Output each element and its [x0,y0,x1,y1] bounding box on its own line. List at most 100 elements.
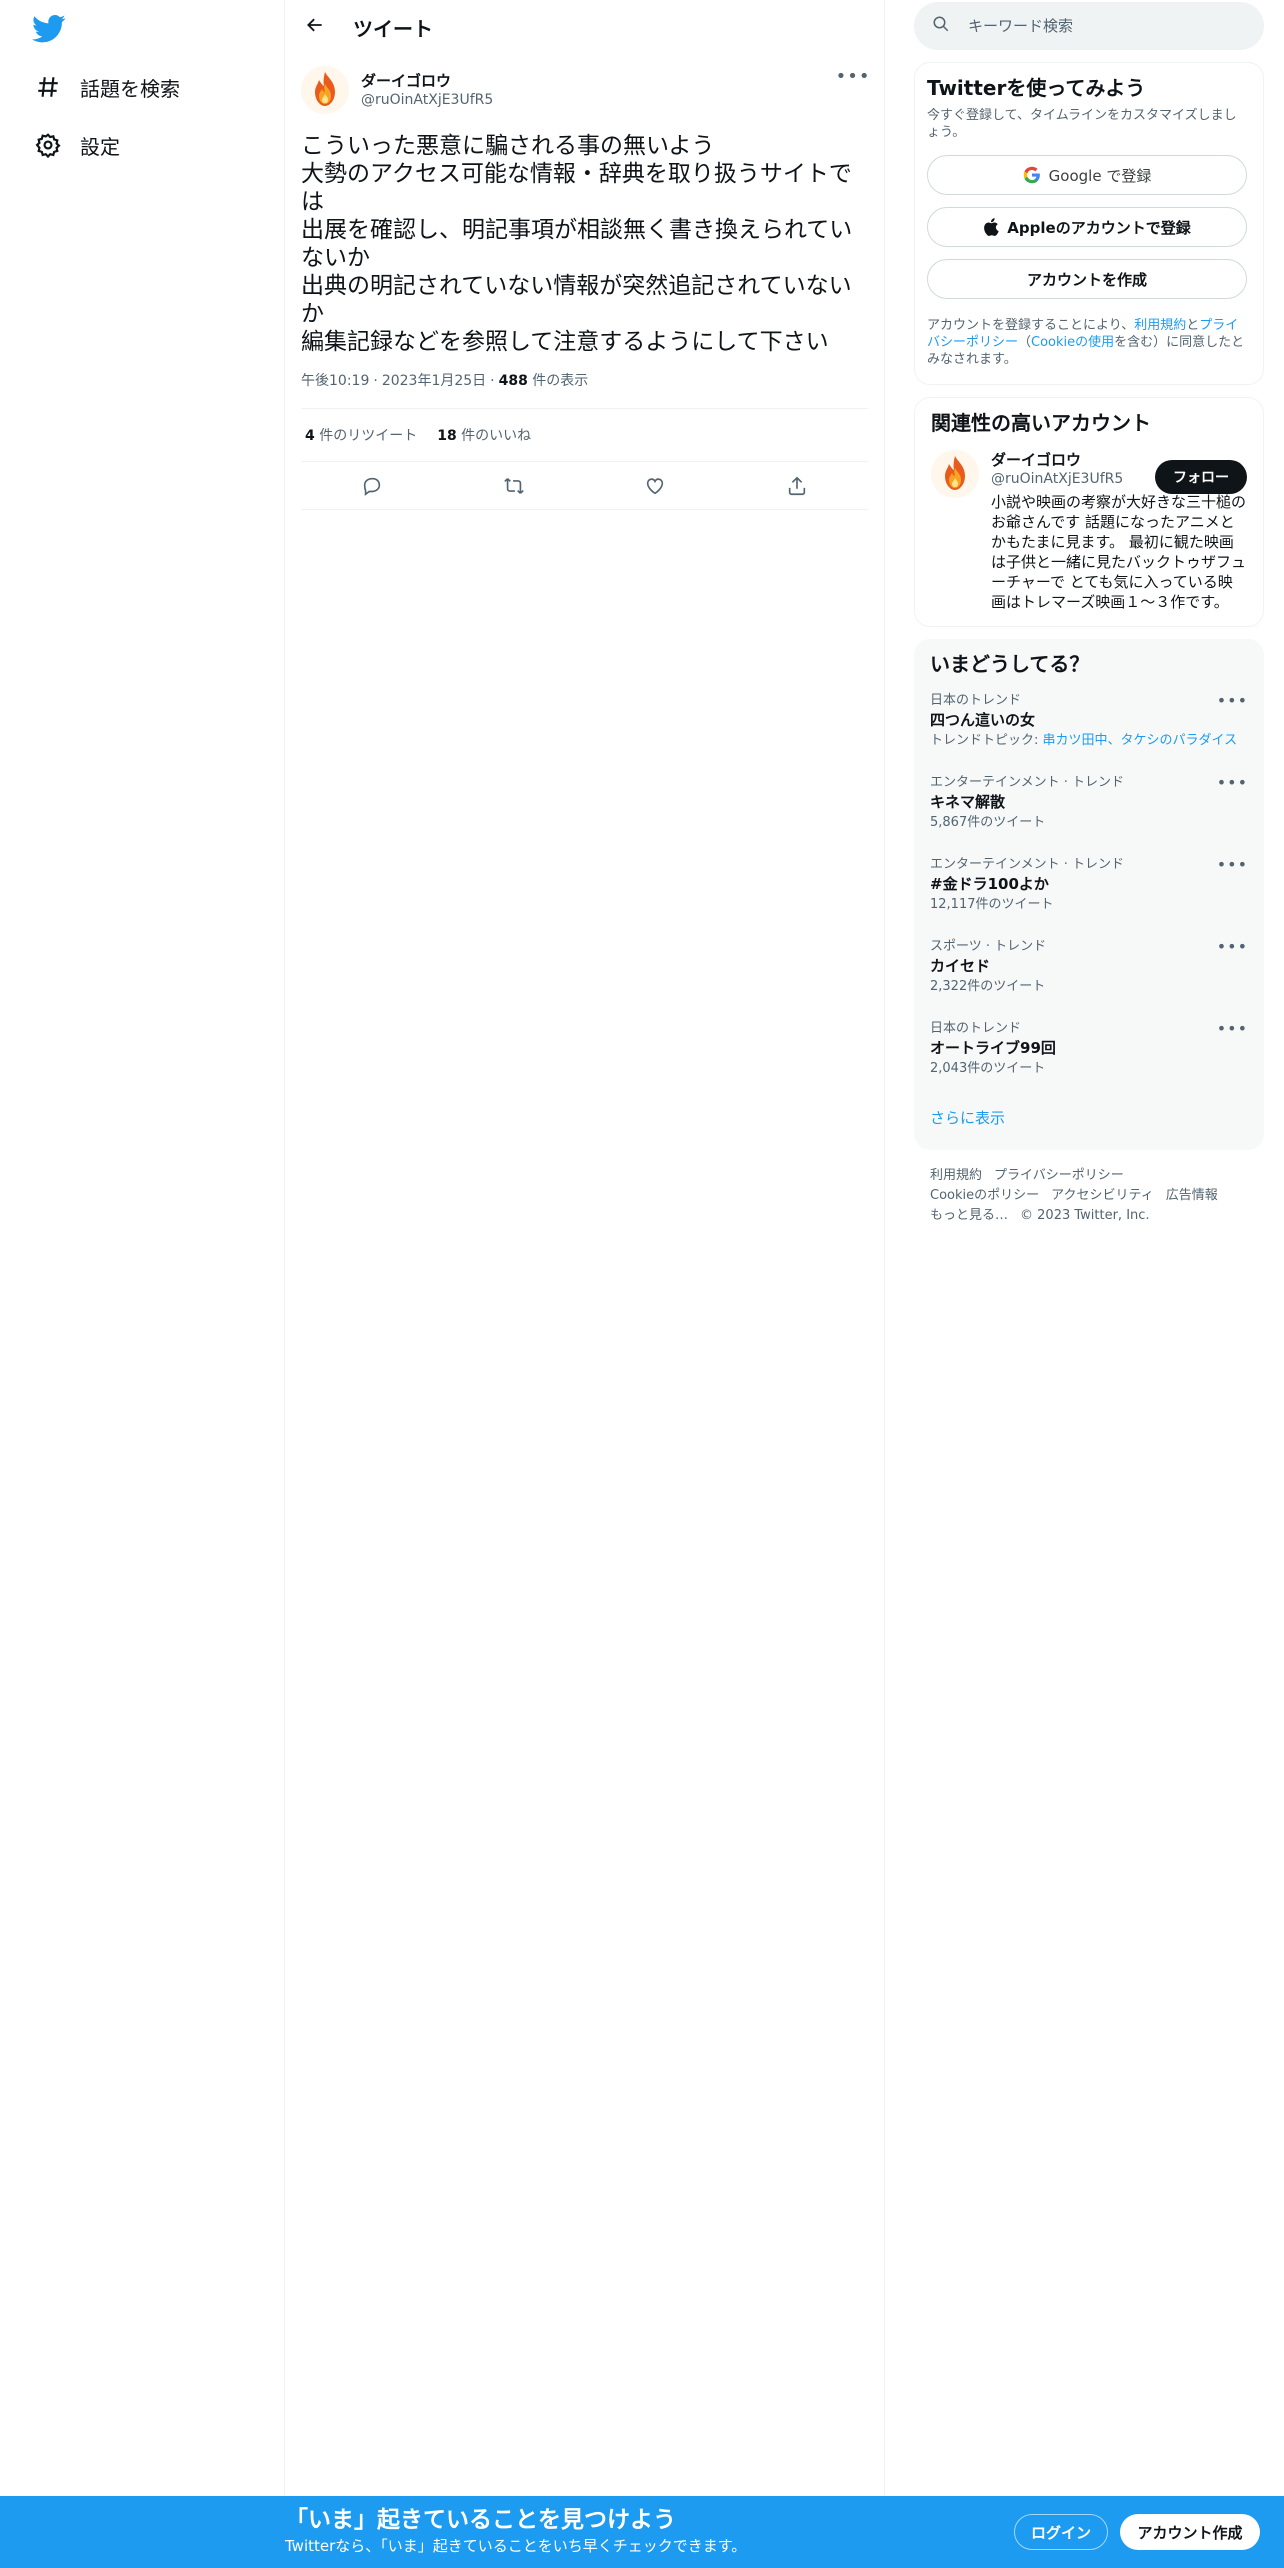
views-count: 488 [498,373,528,389]
trend-name: カイセド [930,957,991,975]
retweet-icon[interactable] [494,466,534,506]
nav-settings-label: 設定 [80,134,120,159]
nav-explore-label: 話題を検索 [80,76,180,101]
likes-label: 件のいいね [456,428,532,444]
copyright: © 2023 Twitter, Inc. [1020,1208,1150,1223]
page-title: ツイート [353,16,433,41]
legal-and: と [1186,318,1200,333]
arrow-left-icon [305,15,325,39]
nav-settings[interactable]: 設定 [26,117,120,173]
terms-link[interactable]: 利用規約 [1134,318,1186,333]
show-more-link[interactable]: さらに表示 [914,1093,1264,1144]
likes-stat[interactable]: 18 件のいいね [437,425,531,445]
like-icon[interactable] [635,466,675,506]
trends-card: いまどうしてる？ 日本のトレンド 四つん這いの女 トレンドトピック: 串カツ田中… [914,639,1264,1150]
trend-context: エンターテインメント · トレンド [930,775,1125,790]
follow-button[interactable]: フォロー [1155,460,1247,494]
signup-card: Twitterを使ってみよう 今すぐ登録して、タイムラインをカスタマイズしましょ… [914,62,1264,385]
retweets-label: 件のリツイート [314,428,418,444]
more-options-icon[interactable]: ••• [836,64,870,88]
flame-avatar-icon [945,456,965,490]
trend-item[interactable]: エンターテインメント · トレンド #金ドラ100よか 12,117件のツイート… [914,847,1264,929]
related-account[interactable]: ダーイゴロウ @ruOinAtXjE3UfR5 小説や映画の考察が大好きな三十槌… [931,450,1247,612]
trend-item[interactable]: 日本のトレンド 四つん這いの女 トレンドトピック: 串カツ田中、タケシのパラダイ… [914,683,1264,765]
gear-icon [26,123,70,167]
more-options-icon[interactable]: ••• [1217,773,1248,792]
likes-count: 18 [437,428,457,444]
main-header: ツイート [285,0,884,54]
bottom-bar-title: 「いま」起きていることを見つけよう [285,2507,676,2533]
trend-item[interactable]: エンターテインメント · トレンド キネマ解散 5,867件のツイート ••• [914,765,1264,847]
trend-name: オートライブ99回 [930,1039,1056,1057]
tweet-time[interactable]: 午後10:19 [301,373,369,389]
login-button[interactable]: ログイン [1014,2514,1108,2550]
apple-icon [983,218,999,236]
trend-name: #金ドラ100よか [930,875,1049,893]
left-nav: 話題を検索 設定 [0,0,285,2568]
trend-item[interactable]: スポーツ · トレンド カイセド 2,322件のツイート ••• [914,929,1264,1011]
footer-terms-link[interactable]: 利用規約 [930,1168,982,1183]
flame-avatar-icon [315,72,335,106]
trend-count: 2,043件のツイート [930,1061,1046,1076]
trend-context: スポーツ · トレンド [930,939,1047,954]
trend-name: 四つん這いの女 [930,711,1036,729]
twitter-logo-icon[interactable] [32,14,66,44]
back-button[interactable] [295,7,335,47]
reply-icon[interactable] [352,466,392,506]
legal-open: （ [1018,335,1032,350]
create-account-button[interactable]: アカウントを作成 [927,259,1247,299]
search-box[interactable] [914,2,1264,50]
footer-ads-link[interactable]: 広告情報 [1166,1188,1218,1203]
tweet-actions [301,462,868,510]
tweet-meta: 午後10:19 · 2023年1月25日 · 488 件の表示 [301,370,868,392]
footer-cookie-link[interactable]: Cookieのポリシー [930,1188,1039,1203]
search-input[interactable] [968,17,1228,35]
trend-count: トレンドトピック: 串カツ田中、タケシのパラダイス [930,732,1248,750]
more-options-icon[interactable]: ••• [1217,1019,1248,1038]
tweet-date[interactable]: 2023年1月25日 [382,373,486,389]
signup-subtitle: 今すぐ登録して、タイムラインをカスタマイズしましょう。 [927,108,1237,140]
apple-signup-button[interactable]: Appleのアカウントで登録 [927,207,1247,247]
signup-button[interactable]: アカウント作成 [1120,2514,1260,2550]
trends-title: いまどうしてる？ [930,652,1090,676]
footer-privacy-link[interactable]: プライバシーポリシー [994,1168,1124,1183]
trend-count-prefix: トレンドトピック: [930,733,1043,748]
avatar[interactable] [301,66,349,114]
legal-pre: アカウントを登録することにより、 [927,318,1135,333]
trend-context: 日本のトレンド [930,693,1022,708]
google-icon [1023,166,1041,184]
handle[interactable]: @ruOinAtXjE3UfR5 [361,91,493,109]
apple-signup-label: Appleのアカウントで登録 [1007,218,1191,237]
trend-context: エンターテインメント · トレンド [930,857,1125,872]
related-bio: 小説や映画の考察が大好きな三十槌のお爺さんです 話題になったアニメとかもたまに見… [991,493,1247,611]
more-options-icon[interactable]: ••• [1217,691,1248,710]
create-account-label: アカウントを作成 [1026,270,1147,289]
main-column: ツイート ダーイゴロウ @ruOinAtXjE3UfR5 ••• こういった悪意… [285,0,885,2568]
footer-accessibility-link[interactable]: アクセシビリティ [1051,1188,1154,1203]
retweets-stat[interactable]: 4 件のリツイート [305,425,417,445]
signup-title: Twitterを使ってみよう [927,76,1146,100]
footer: 利用規約 プライバシーポリシー Cookieのポリシー アクセシビリティ 広告情報 も… [914,1150,1264,1226]
search-icon [932,15,950,37]
more-options-icon[interactable]: ••• [1217,855,1248,874]
more-options-icon[interactable]: ••• [1217,937,1248,956]
right-column: Twitterを使ってみよう 今すぐ登録して、タイムラインをカスタマイズしましょ… [914,0,1264,1226]
footer-more-link[interactable]: もっと見る… [930,1208,1008,1223]
share-icon[interactable] [777,466,817,506]
signup-legal-text: アカウントを登録することにより、利用規約とプライバシーポリシー（Cookieの使… [927,317,1247,368]
trend-context: 日本のトレンド [930,1021,1022,1036]
trend-item[interactable]: 日本のトレンド オートライブ99回 2,043件のツイート ••• [914,1011,1264,1093]
bottom-signup-bar: 「いま」起きていることを見つけよう Twitterなら、「いま」起きていることを… [0,2496,1284,2568]
display-name[interactable]: ダーイゴロウ [361,71,493,91]
google-signup-label: Google で登録 [1048,166,1152,185]
trend-topics-link[interactable]: 串カツ田中、タケシのパラダイス [1043,733,1238,748]
tweet-text: こういった悪意に騙される事の無いよう 大勢のアクセス可能な情報・辞典を取り扱うサ… [301,133,853,355]
avatar[interactable] [931,450,979,498]
views-label: 件の表示 [527,373,589,389]
google-signup-button[interactable]: Google で登録 [927,155,1247,195]
tweet-stats: 4 件のリツイート 18 件のいいね [301,408,868,462]
bottom-bar-subtitle: Twitterなら、「いま」起きていることをいち早くチェックできます。 [285,2537,747,2555]
cookie-link[interactable]: Cookieの使用 [1031,335,1114,350]
trend-count: 12,117件のツイート [930,897,1054,912]
nav-explore[interactable]: 話題を検索 [26,59,180,115]
